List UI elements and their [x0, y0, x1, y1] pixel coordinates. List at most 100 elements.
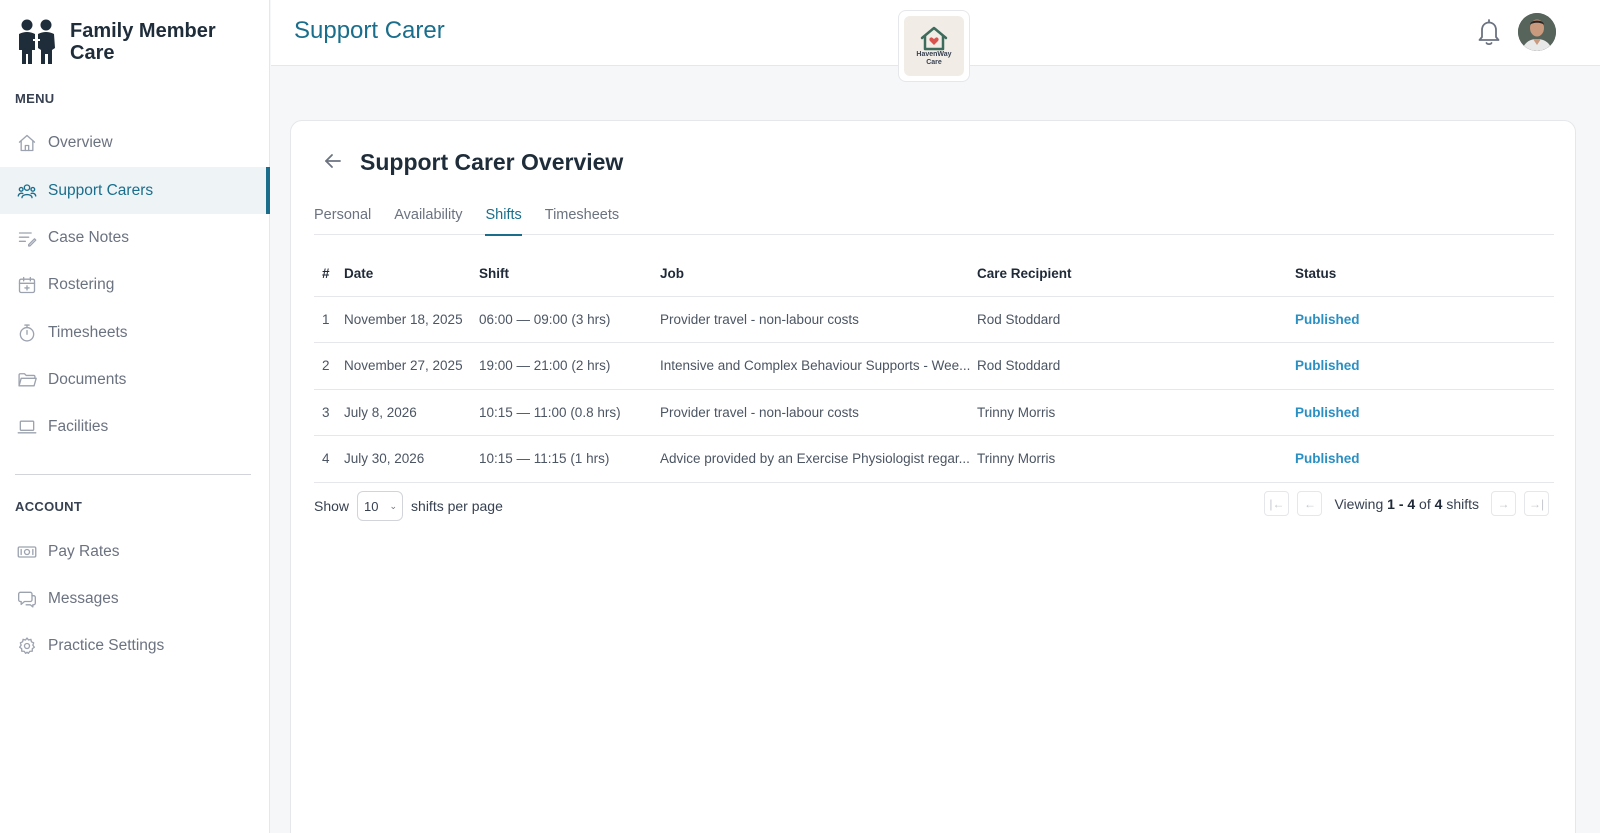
- sidebar-item-label: Overview: [48, 133, 113, 151]
- first-page-icon: |←: [1269, 496, 1285, 511]
- sidebar-item-label: Timesheets: [48, 323, 128, 341]
- tab-shifts[interactable]: Shifts: [485, 203, 523, 236]
- org-logo-line2: Care: [926, 59, 942, 66]
- stopwatch-icon: [16, 322, 38, 344]
- cell-shift: 06:00 — 09:00 (3 hrs): [479, 296, 660, 343]
- status-badge: Published: [1295, 296, 1554, 343]
- cell-date: July 30, 2026: [344, 435, 479, 483]
- home-icon: [16, 132, 38, 154]
- last-page-button[interactable]: →|: [1524, 491, 1549, 516]
- sidebar-item-rostering[interactable]: Rostering: [0, 261, 270, 308]
- sidebar-item-label: Pay Rates: [48, 542, 120, 560]
- org-logo-line1: HavenWay: [916, 51, 952, 58]
- sidebar-item-label: Messages: [48, 589, 119, 607]
- top-header: Support Carer HavenWay Care: [271, 0, 1600, 82]
- viewing-prefix: Viewing: [1334, 495, 1384, 512]
- sidebar-item-support-carers[interactable]: Support Carers: [0, 167, 270, 214]
- column-header-care-recipient[interactable]: Care Recipient: [977, 252, 1295, 297]
- sidebar-item-pay-rates[interactable]: Pay Rates: [0, 528, 270, 575]
- table-row[interactable]: 2 November 27, 2025 19:00 — 21:00 (2 hrs…: [314, 342, 1554, 390]
- folder-icon: [16, 369, 38, 391]
- next-page-button[interactable]: →: [1491, 491, 1516, 516]
- page-size-value: 10: [364, 498, 379, 514]
- cell-care-recipient: Trinny Morris: [977, 435, 1295, 483]
- tab-timesheets[interactable]: Timesheets: [545, 203, 619, 235]
- table-header-row: # Date Shift Job Care Recipient Status: [314, 252, 1554, 297]
- cash-icon: [16, 541, 38, 563]
- sidebar-item-practice-settings[interactable]: Practice Settings: [0, 622, 270, 669]
- status-badge: Published: [1295, 435, 1554, 483]
- sidebar: Family Member Care MENU Overview Support…: [0, 0, 270, 833]
- cell-care-recipient: Rod Stoddard: [977, 342, 1295, 390]
- cell-number: 2: [314, 342, 344, 390]
- user-avatar[interactable]: [1518, 13, 1556, 51]
- house-heart-icon: [920, 26, 948, 51]
- column-header-job[interactable]: Job: [660, 252, 977, 297]
- page-size-control: Show 10 ⌄ shifts per page: [314, 491, 503, 521]
- cell-job: Provider travel - non-labour costs: [660, 296, 977, 343]
- cell-job: Intensive and Complex Behaviour Supports…: [660, 342, 977, 390]
- sidebar-item-overview[interactable]: Overview: [0, 119, 270, 166]
- status-badge: Published: [1295, 389, 1554, 436]
- cell-care-recipient: Rod Stoddard: [977, 296, 1295, 343]
- cell-number: 4: [314, 435, 344, 483]
- sidebar-item-documents[interactable]: Documents: [0, 356, 270, 403]
- column-header-shift[interactable]: Shift: [479, 252, 660, 297]
- table-row[interactable]: 3 July 8, 2026 10:15 — 11:00 (0.8 hrs) P…: [314, 389, 1554, 436]
- users-icon: [16, 180, 38, 202]
- cell-shift: 10:15 — 11:00 (0.8 hrs): [479, 389, 660, 436]
- tab-bar: Personal Availability Shifts Timesheets: [314, 203, 1554, 236]
- notifications-button[interactable]: [1475, 17, 1503, 47]
- chat-icon: [16, 588, 38, 610]
- gear-icon: [16, 635, 38, 657]
- pagination: |← ← Viewing 1 - 4 of 4 shifts → →|: [1260, 491, 1553, 516]
- cell-number: 3: [314, 389, 344, 436]
- viewing-unit: shifts: [1446, 495, 1479, 512]
- viewing-range: 1 - 4: [1387, 495, 1416, 512]
- sidebar-item-label: Support Carers: [48, 181, 154, 199]
- cell-date: November 18, 2025: [344, 296, 479, 343]
- sidebar-item-messages[interactable]: Messages: [0, 575, 270, 622]
- cell-care-recipient: Trinny Morris: [977, 389, 1295, 436]
- status-badge: Published: [1295, 342, 1554, 390]
- back-button[interactable]: [321, 149, 345, 173]
- column-header-number: #: [314, 252, 344, 297]
- last-page-icon: →|: [1528, 496, 1545, 511]
- account-section-label: ACCOUNT: [15, 499, 83, 514]
- sidebar-divider: [15, 474, 251, 475]
- first-page-button[interactable]: |←: [1264, 491, 1290, 516]
- tab-personal[interactable]: Personal: [314, 203, 371, 235]
- previous-page-button[interactable]: ←: [1297, 491, 1323, 516]
- cell-job: Provider travel - non-labour costs: [660, 389, 977, 436]
- calendar-icon: [16, 274, 38, 296]
- table-row[interactable]: 4 July 30, 2026 10:15 — 11:15 (1 hrs) Ad…: [314, 435, 1554, 483]
- avatar-icon: [1518, 13, 1556, 51]
- page-size-select[interactable]: 10 ⌄: [357, 491, 404, 521]
- sidebar-item-timesheets[interactable]: Timesheets: [0, 309, 270, 356]
- cell-date: November 27, 2025: [344, 342, 479, 390]
- shifts-table: # Date Shift Job Care Recipient Status 1…: [314, 252, 1554, 483]
- cell-shift: 19:00 — 21:00 (2 hrs): [479, 342, 660, 390]
- arrow-left-icon: ←: [1303, 496, 1316, 511]
- arrow-right-icon: →: [1497, 496, 1510, 511]
- organization-logo: HavenWay Care: [898, 10, 970, 82]
- column-header-status[interactable]: Status: [1295, 252, 1554, 297]
- table-row[interactable]: 1 November 18, 2025 06:00 — 09:00 (3 hrs…: [314, 296, 1554, 343]
- laptop-icon: [16, 416, 38, 438]
- cell-job: Advice provided by an Exercise Physiolog…: [660, 435, 977, 483]
- page-title: Support Carer Overview: [360, 149, 624, 175]
- viewing-total: 4: [1434, 495, 1443, 512]
- column-header-date[interactable]: Date: [344, 252, 479, 297]
- cell-number: 1: [314, 296, 344, 343]
- cell-shift: 10:15 — 11:15 (1 hrs): [479, 435, 660, 483]
- sidebar-item-facilities[interactable]: Facilities: [0, 403, 270, 450]
- brand-name: Family Member Care: [70, 20, 216, 64]
- page-size-suffix: shifts per page: [411, 498, 503, 514]
- bell-icon: [1478, 19, 1500, 46]
- tab-availability[interactable]: Availability: [394, 203, 462, 235]
- sidebar-item-label: Case Notes: [48, 228, 129, 246]
- family-logo-icon: [19, 19, 55, 64]
- notes-icon: [16, 227, 38, 249]
- sidebar-item-case-notes[interactable]: Case Notes: [0, 214, 270, 261]
- brand[interactable]: Family Member Care: [16, 18, 230, 66]
